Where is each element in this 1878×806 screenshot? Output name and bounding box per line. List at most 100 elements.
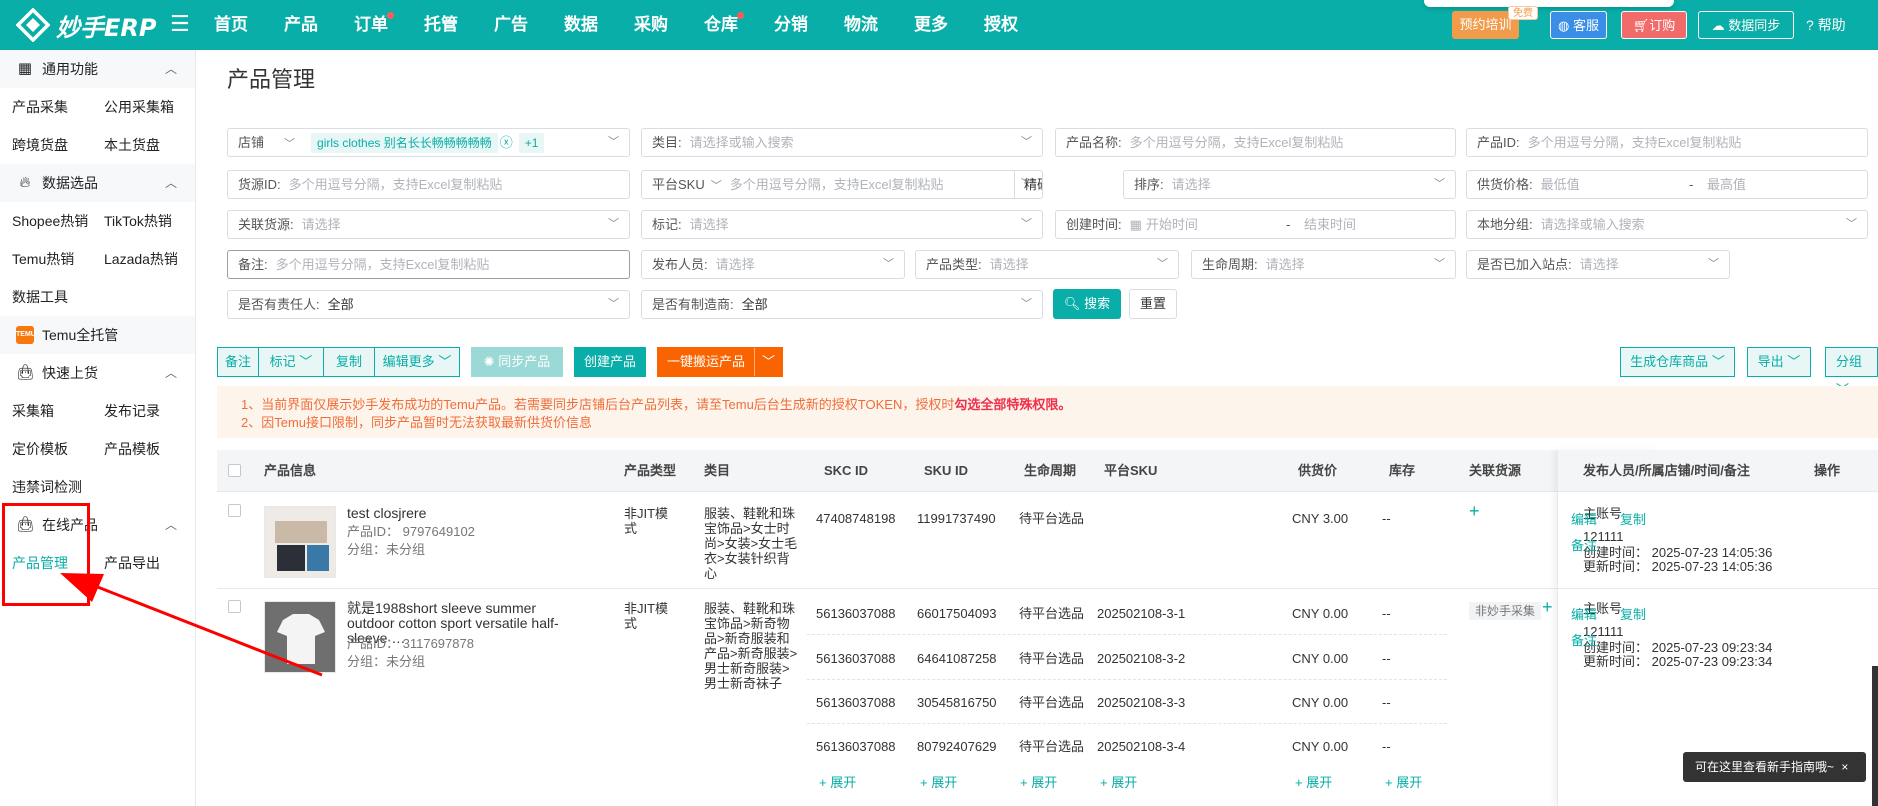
sidebar-item-data-tools[interactable]: 数据工具 — [0, 287, 92, 307]
product-type-select[interactable]: 产品类型: 请选择 ﹀ — [915, 250, 1179, 279]
created-time-range[interactable]: 创建时间: ▦ 开始时间 - 结束时间 — [1055, 210, 1456, 239]
row-checkbox[interactable] — [228, 504, 241, 517]
remark-button[interactable]: 备注 — [217, 347, 259, 377]
create-product-button[interactable]: 创建产品 — [574, 347, 646, 377]
side-toolbar[interactable] — [1872, 666, 1878, 806]
sidebar-item-public-box[interactable]: 公用采集箱 — [92, 97, 184, 117]
data-sync-button[interactable]: ☁ 数据同步 — [1698, 11, 1794, 39]
source-id-input[interactable]: 货源ID: 多个用逗号分隔，支持Excel复制粘贴 — [227, 170, 630, 199]
linked-source-select[interactable]: 关联货源: 请选择 ﹀ — [227, 210, 630, 239]
platform-sku-input[interactable]: 平台SKU﹀多个用逗号分隔，支持Excel复制粘贴精确匹配﹀ — [641, 170, 1043, 199]
sidebar-group-quick[interactable]: 👜︎ 快速上货 ︿ — [0, 354, 195, 392]
help-link[interactable]: ? 帮助 — [1806, 15, 1846, 35]
product-id-input[interactable]: 产品ID: 多个用逗号分隔，支持Excel复制粘贴 — [1466, 128, 1868, 157]
edit-link[interactable]: 编辑 — [1571, 607, 1597, 622]
expand-link[interactable]: + 展开 — [1295, 775, 1332, 790]
reset-button[interactable]: 重置 — [1129, 289, 1177, 319]
nav-product[interactable]: 产品 — [284, 0, 354, 50]
add-source-icon[interactable]: + — [1469, 502, 1480, 520]
sidebar-item-shopee[interactable]: Shopee热销 — [0, 211, 92, 231]
close-icon[interactable]: ⓧ — [500, 135, 513, 150]
nav-distribution[interactable]: 分销 — [774, 0, 844, 50]
edit-link[interactable]: 编辑 — [1571, 512, 1597, 527]
sku-id: 66017504093 — [917, 606, 997, 621]
sort-select[interactable]: 排序: 请选择 ﹀ — [1123, 170, 1456, 199]
owner-select[interactable]: 是否有责任人: 全部 ﹀ — [227, 290, 630, 319]
sidebar-item-product-export[interactable]: 产品导出 — [92, 553, 184, 573]
nav-authorize[interactable]: 授权 — [984, 0, 1054, 50]
export-button[interactable]: 导出 ﹀ — [1747, 347, 1811, 377]
customer-service-button[interactable]: ◍ 客服 — [1550, 11, 1607, 39]
copy-button[interactable]: 复制 — [323, 347, 375, 377]
lifecycle: 待平台选品 — [1019, 739, 1085, 754]
sidebar-item-collect[interactable]: 产品采集 — [0, 97, 92, 117]
mark-select[interactable]: 标记: 请选择 ﹀ — [641, 210, 1043, 239]
sidebar-item-banned-words[interactable]: 违禁词检测 — [0, 477, 92, 497]
add-source-icon[interactable]: + — [1542, 598, 1553, 616]
product-thumbnail[interactable] — [264, 601, 336, 673]
expand-link[interactable]: + 展开 — [1100, 775, 1137, 790]
sidebar-item-publish-log[interactable]: 发布记录 — [92, 401, 184, 421]
select-all-checkbox[interactable] — [228, 464, 241, 477]
copy-link[interactable]: 复制 — [1620, 607, 1646, 622]
search-button[interactable]: 🔍︎ 搜索 — [1053, 289, 1121, 319]
remark-link[interactable]: 备注 — [1571, 538, 1597, 553]
cart-icon: 🛒︎ — [1632, 18, 1650, 33]
expand-link[interactable]: + 展开 — [1385, 775, 1422, 790]
nav-purchase[interactable]: 采购 — [634, 0, 704, 50]
col-product-info: 产品信息 — [264, 463, 317, 478]
expand-link[interactable]: + 展开 — [819, 775, 856, 790]
site-select[interactable]: 是否已加入站点: 请选择 ﹀ — [1466, 250, 1730, 279]
nav-home[interactable]: 首页 — [214, 0, 284, 50]
menu-toggle-icon[interactable]: ☰ — [170, 13, 190, 35]
sidebar-group-data[interactable]: 🔥︎ 数据选品 ︿ — [0, 164, 195, 202]
sidebar-item-temu-hot[interactable]: Temu热销 — [0, 249, 92, 269]
product-thumbnail[interactable] — [264, 506, 336, 578]
remark-link[interactable]: 备注 — [1571, 633, 1597, 648]
col-platform-sku: 平台SKU — [1104, 463, 1158, 478]
generate-warehouse-button[interactable]: 生成仓库商品 ﹀ — [1620, 347, 1735, 377]
one-click-move-button[interactable]: 一键搬运产品 ﹀ — [657, 347, 783, 377]
expand-link[interactable]: + 展开 — [920, 775, 957, 790]
nav-data[interactable]: 数据 — [564, 0, 634, 50]
product-title[interactable]: test closjrere — [347, 506, 426, 521]
sync-product-button[interactable]: ✺ 同步产品 — [471, 347, 563, 377]
sidebar-group-general[interactable]: ▦ 通用功能 ︿ — [0, 50, 195, 88]
nav-warehouse[interactable]: 仓库 — [704, 0, 774, 50]
sidebar-item-cross-border[interactable]: 跨境货盘 — [0, 135, 92, 155]
local-group-select[interactable]: 本地分组: 请选择或输入搜索 ﹀ — [1466, 210, 1868, 239]
shop-select[interactable]: 店铺 ﹀ girls clothes 别名长长畅畅畅畅畅 ⓧ +1 ﹀ — [227, 128, 630, 157]
nav-more[interactable]: 更多 — [914, 0, 984, 50]
subscribe-button[interactable]: 🛒︎订购 — [1621, 11, 1687, 39]
edit-more-button[interactable]: 编辑更多 ﹀ — [374, 347, 460, 377]
publisher-select[interactable]: 发布人员: 请选择 ﹀ — [641, 250, 905, 279]
sidebar-item-template[interactable]: 产品模板 — [92, 439, 184, 459]
remark-input[interactable]: 备注: 多个用逗号分隔，支持Excel复制粘贴 — [227, 250, 630, 279]
row-checkbox[interactable] — [228, 600, 241, 613]
nav-logistics[interactable]: 物流 — [844, 0, 914, 50]
group-button[interactable]: 分组 ﹀ — [1825, 347, 1878, 397]
chevron-down-icon: ﹀ — [1708, 258, 1719, 270]
app-logo[interactable]: 妙手ERP — [16, 8, 156, 42]
product-name-input[interactable]: 产品名称: 多个用逗号分隔，支持Excel复制粘贴 — [1055, 128, 1456, 157]
category-select[interactable]: 类目: 请选择或输入搜索 ﹀ — [641, 128, 1043, 157]
search-icon: 🔍︎ — [1063, 296, 1081, 311]
sidebar-item-local[interactable]: 本土货盘 — [92, 135, 184, 155]
notification-dot — [737, 12, 744, 19]
nav-order[interactable]: 订单 — [354, 0, 424, 50]
close-icon[interactable]: × — [1841, 760, 1848, 774]
sidebar-item-lazada[interactable]: Lazada热销 — [92, 249, 184, 269]
nav-ads[interactable]: 广告 — [494, 0, 564, 50]
mark-button[interactable]: 标记 ﹀ — [258, 347, 324, 377]
price-range-input[interactable]: 供货价格: 最低值 - 最高值 — [1466, 170, 1868, 199]
sidebar-item-pricing[interactable]: 定价模板 — [0, 439, 92, 459]
lifecycle-select[interactable]: 生命周期: 请选择 ﹀ — [1191, 250, 1456, 279]
expand-link[interactable]: + 展开 — [1020, 775, 1057, 790]
sidebar-item-collect-box[interactable]: 采集箱 — [0, 401, 92, 421]
sidebar-group-temu[interactable]: TEMU Temu全托管 — [0, 316, 195, 354]
maker-select[interactable]: 是否有制造商: 全部 ﹀ — [641, 290, 1043, 319]
copy-link[interactable]: 复制 — [1620, 512, 1646, 527]
product-type: 非JIT模式 — [624, 601, 669, 631]
sidebar-item-tiktok[interactable]: TikTok热销 — [92, 211, 184, 231]
nav-hosting[interactable]: 托管 — [424, 0, 494, 50]
